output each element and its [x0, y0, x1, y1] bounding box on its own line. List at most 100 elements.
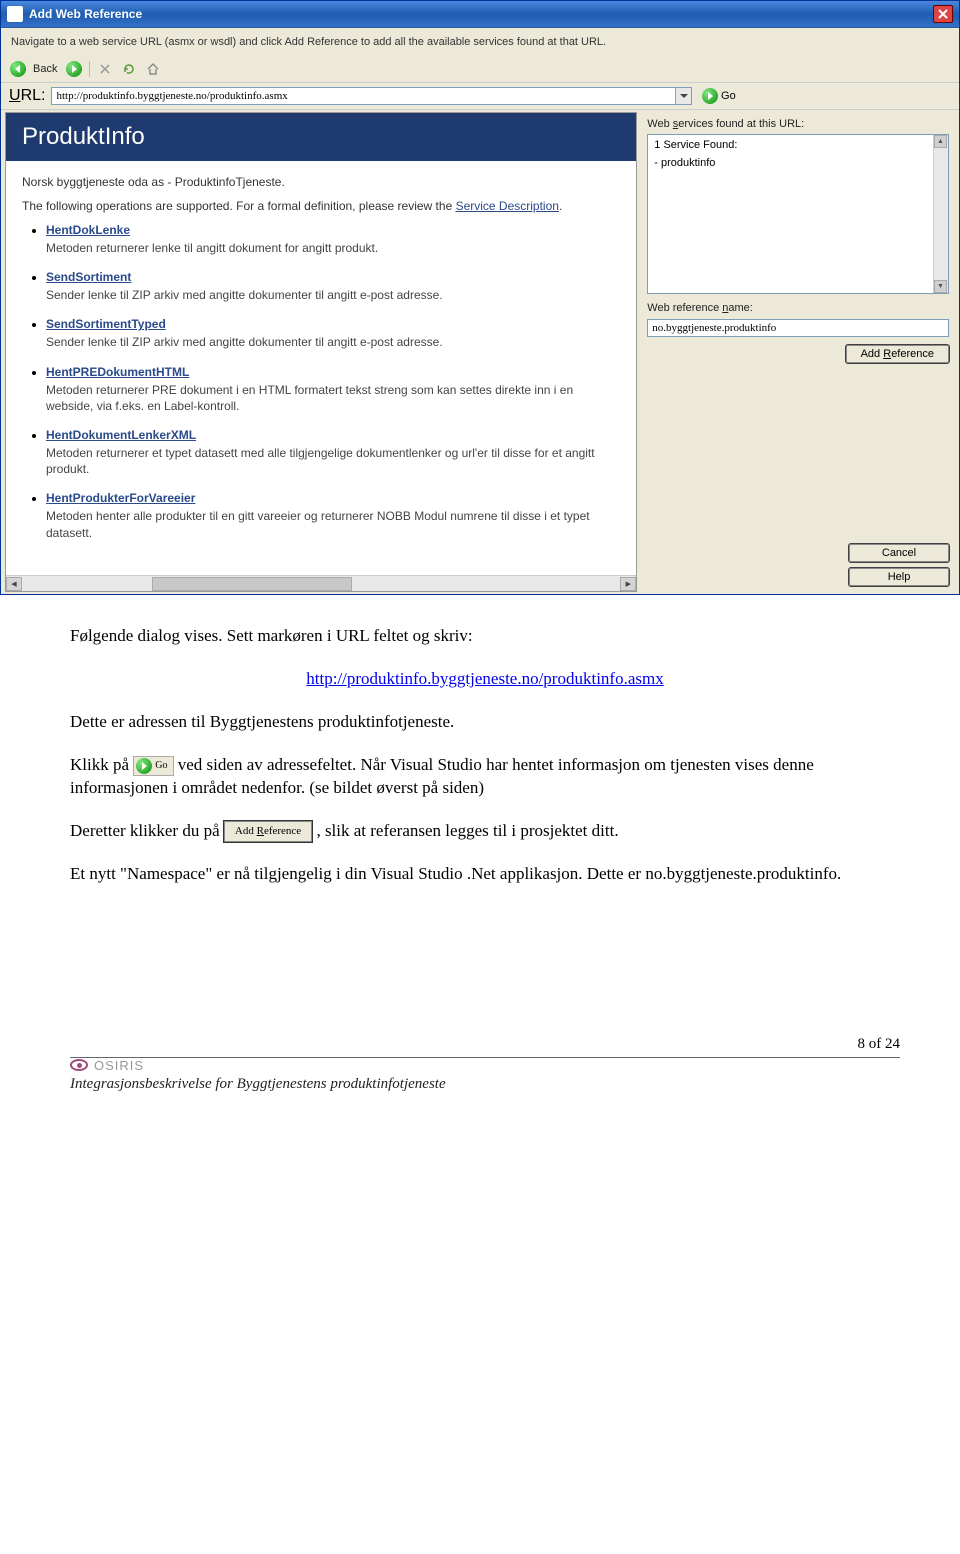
vertical-scrollbar[interactable]: ▲▼	[933, 135, 948, 293]
services-found-label: Web services found at this URL:	[647, 118, 949, 130]
go-button[interactable]: Go	[698, 88, 740, 104]
para-3a: Klikk på	[70, 755, 133, 774]
op-desc: Metoden henter alle produkter til en git…	[46, 508, 620, 540]
service-provider: Norsk byggtjeneste oda as - ProduktinfoT…	[6, 161, 636, 193]
op-desc: Metoden returnerer PRE dokument i en HTM…	[46, 382, 620, 414]
titlebar: Add Web Reference	[1, 1, 959, 28]
services-found-count: 1 Service Found:	[654, 139, 942, 151]
para-1: Følgende dialog vises. Sett markøren i U…	[70, 625, 900, 648]
op-desc: Sender lenke til ZIP arkiv med angitte d…	[46, 334, 620, 350]
list-item: HentPREDokumentHTML Metoden returnerer PR…	[46, 365, 620, 414]
para-5: Et nytt "Namespace" er nå tilgjengelig i…	[70, 863, 900, 886]
para-2: Dette er adressen til Byggtjenestens pro…	[70, 711, 900, 734]
op-link-sendsortimenttyped[interactable]: SendSortimentTyped	[46, 317, 620, 331]
scroll-left-button[interactable]: ◀	[6, 577, 22, 591]
stop-button[interactable]	[96, 60, 114, 78]
url-dropdown-button[interactable]	[675, 88, 691, 104]
para-5a: Et nytt "Namespace" er nå tilgjengelig i…	[70, 864, 645, 883]
lbl-part: Web reference	[647, 302, 722, 314]
url-input[interactable]	[52, 88, 675, 104]
op-link-hentprodukterforvareeier[interactable]: HentProdukterForVareeier	[46, 491, 620, 505]
refresh-icon	[123, 63, 135, 75]
service-description-link[interactable]: Service Description	[456, 199, 559, 213]
close-button[interactable]	[933, 5, 953, 23]
home-button[interactable]	[144, 60, 162, 78]
para-4b: , slik at referansen legges til i prosje…	[316, 821, 618, 840]
service-sub-suffix: .	[559, 199, 562, 213]
operations-list: HentDokLenke Metoden returnerer lenke til…	[6, 219, 636, 565]
back-label: Back	[33, 63, 57, 75]
list-item: HentDokumentLenkerXML Metoden returnerer …	[46, 428, 620, 477]
horizontal-scrollbar[interactable]: ◀ ▶	[6, 575, 636, 591]
instruction-text: Navigate to a web service URL (asmx or w…	[1, 28, 959, 56]
op-desc: Metoden returnerer et typet datasett med…	[46, 445, 620, 477]
window-title: Add Web Reference	[29, 7, 142, 21]
chevron-down-icon	[680, 94, 688, 98]
btn-part: eference	[264, 825, 301, 837]
lbl-part: ervices found at this URL:	[678, 118, 804, 130]
list-item: HentDokLenke Metoden returnerer lenke til…	[46, 223, 620, 256]
scroll-right-button[interactable]: ▶	[620, 577, 636, 591]
right-pane: Web services found at this URL: 1 Servic…	[637, 110, 959, 594]
back-button[interactable]	[9, 60, 27, 78]
op-desc: Metoden returnerer lenke til angitt doku…	[46, 240, 620, 256]
btn-part: Add	[235, 825, 257, 837]
page-footer: 8 of 24 OSIRIS Integrasjonsbeskrivelse f…	[0, 1026, 960, 1103]
para-4a: Deretter klikker du på	[70, 821, 224, 840]
url-label: URL:	[9, 87, 45, 105]
close-icon	[938, 9, 948, 19]
inline-go-label: Go	[155, 759, 167, 773]
namespace-name: no.byggtjeneste.produktinfo.	[645, 864, 841, 883]
services-found-box: 1 Service Found: - produktinfo ▲▼	[647, 134, 949, 294]
btn-part: Add	[861, 348, 884, 360]
op-link-hentdokumentlenkerxml[interactable]: HentDokumentLenkerXML	[46, 428, 620, 442]
lbl-part: Web	[647, 118, 672, 130]
service-preview-pane: ProduktInfo Norsk byggtjeneste oda as - …	[5, 112, 637, 592]
nav-toolbar: Back	[1, 56, 959, 83]
url-link[interactable]: http://produktinfo.byggtjeneste.no/produ…	[306, 669, 663, 688]
op-link-hentpredokumenthtml[interactable]: HentPREDokumentHTML	[46, 365, 620, 379]
footer-brand: OSIRIS	[94, 1058, 144, 1073]
service-title: ProduktInfo	[6, 113, 636, 161]
back-icon	[10, 61, 26, 77]
document-body: Følgende dialog vises. Sett markøren i U…	[0, 625, 960, 886]
btn-part: R	[257, 825, 264, 837]
list-item: SendSortiment Sender lenke til ZIP arkiv …	[46, 270, 620, 303]
refresh-button[interactable]	[120, 60, 138, 78]
body-row: ProduktInfo Norsk byggtjeneste oda as - …	[1, 110, 959, 594]
go-icon	[702, 88, 718, 104]
list-item: SendSortimentTyped Sender lenke til ZIP a…	[46, 317, 620, 350]
reference-name-input[interactable]	[647, 319, 949, 337]
inline-go-button: Go	[133, 756, 173, 776]
toolbar-separator	[89, 61, 90, 77]
op-link-hentdoklenke[interactable]: HentDokLenke	[46, 223, 620, 237]
list-item: HentProdukterForVareeier Metoden henter a…	[46, 491, 620, 540]
add-reference-button[interactable]: Add Reference	[846, 345, 949, 363]
add-web-reference-dialog: Add Web Reference Navigate to a web serv…	[0, 0, 960, 595]
btn-part: eference	[891, 348, 934, 360]
go-icon	[136, 758, 152, 774]
op-desc: Sender lenke til ZIP arkiv med angitte d…	[46, 287, 620, 303]
lbl-part: ame:	[728, 302, 752, 314]
para-4: Deretter klikker du på Add Reference , s…	[70, 820, 900, 843]
osiris-eye-icon	[70, 1059, 88, 1071]
forward-button[interactable]	[65, 60, 83, 78]
btn-part: R	[883, 348, 891, 360]
op-link-sendsortiment[interactable]: SendSortiment	[46, 270, 620, 284]
para-3b: ved siden av adressefeltet. Når Visual S…	[70, 755, 814, 797]
app-icon	[7, 6, 23, 22]
forward-icon	[66, 61, 82, 77]
help-button[interactable]: Help	[849, 568, 949, 586]
url-input-wrap	[51, 87, 692, 105]
cancel-button[interactable]: Cancel	[849, 544, 949, 562]
url-row: URL: Go	[1, 83, 959, 110]
service-sub-prefix: The following operations are supported. …	[22, 199, 456, 213]
reference-name-label: Web reference name:	[647, 302, 949, 314]
page-number: 8 of 24	[70, 1036, 900, 1058]
stop-icon	[99, 63, 111, 75]
para-3: Klikk på Go ved siden av adressefeltet. …	[70, 754, 900, 800]
footer-logo: OSIRIS	[70, 1058, 900, 1073]
go-label: Go	[721, 90, 736, 102]
footer-title: Integrasjonsbeskrivelse for Byggtjeneste…	[70, 1076, 900, 1093]
scroll-thumb[interactable]	[152, 577, 352, 591]
